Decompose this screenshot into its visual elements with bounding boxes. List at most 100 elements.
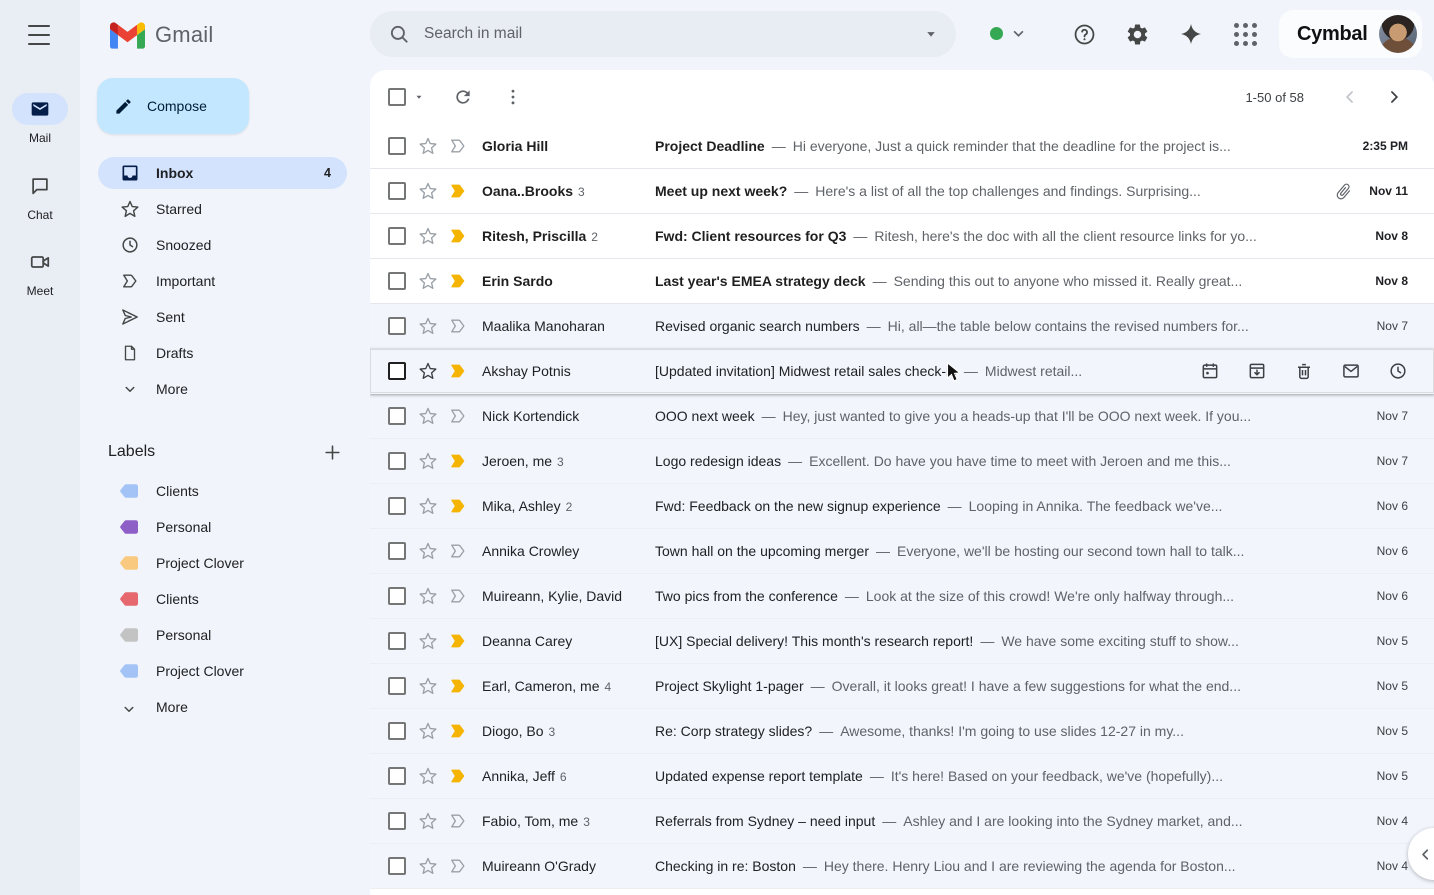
row-checkbox[interactable] — [388, 677, 406, 695]
importance-marker-icon[interactable] — [448, 226, 468, 246]
row-checkbox[interactable] — [388, 497, 406, 515]
star-icon[interactable] — [418, 181, 438, 201]
importance-marker-icon[interactable] — [448, 766, 468, 786]
presence-status[interactable] — [990, 27, 1024, 40]
importance-marker-icon[interactable] — [448, 406, 468, 426]
star-icon[interactable] — [418, 631, 438, 651]
older-page-button[interactable] — [1384, 87, 1404, 107]
email-row[interactable]: Nick Kortendick OOO next week—Hey, just … — [370, 394, 1434, 439]
email-row[interactable]: Annika Crowley Town hall on the upcoming… — [370, 529, 1434, 574]
star-icon[interactable] — [418, 226, 438, 246]
select-dropdown-icon[interactable] — [413, 91, 425, 103]
importance-marker-icon[interactable] — [448, 676, 468, 696]
star-icon[interactable] — [418, 271, 438, 291]
email-row[interactable]: Erin Sardo Last year's EMEA strategy dec… — [370, 259, 1434, 304]
importance-marker-icon[interactable] — [448, 541, 468, 561]
star-icon[interactable] — [418, 361, 438, 381]
row-checkbox[interactable] — [388, 182, 406, 200]
email-row[interactable]: Muireann O'Grady Checking in re: Boston—… — [370, 844, 1434, 889]
importance-marker-icon[interactable] — [448, 496, 468, 516]
row-checkbox[interactable] — [388, 407, 406, 425]
row-checkbox[interactable] — [388, 587, 406, 605]
settings-button[interactable] — [1117, 14, 1157, 54]
row-checkbox[interactable] — [388, 632, 406, 650]
importance-marker-icon[interactable] — [448, 361, 468, 381]
importance-marker-icon[interactable] — [448, 631, 468, 651]
email-row[interactable]: Earl, Cameron, me 4 Project Skylight 1-p… — [370, 664, 1434, 709]
star-icon[interactable] — [418, 451, 438, 471]
star-icon[interactable] — [418, 541, 438, 561]
sidebar-label-item[interactable]: Clients — [80, 473, 370, 509]
rail-item-meet[interactable]: Meet — [0, 246, 80, 298]
sidebar-item-drafts[interactable]: Drafts — [98, 337, 347, 369]
email-row[interactable]: Annika, Jeff 6 Updated expense report te… — [370, 754, 1434, 799]
row-checkbox[interactable] — [388, 137, 406, 155]
sidebar-item-snoozed[interactable]: Snoozed — [98, 229, 347, 261]
star-icon[interactable] — [418, 811, 438, 831]
snooze-icon[interactable] — [1388, 361, 1408, 381]
row-checkbox[interactable] — [388, 722, 406, 740]
importance-marker-icon[interactable] — [448, 856, 468, 876]
sidebar-item-starred[interactable]: Starred — [98, 193, 347, 225]
avatar[interactable] — [1379, 15, 1417, 53]
add-label-button[interactable] — [318, 438, 346, 466]
newer-page-button[interactable] — [1340, 87, 1360, 107]
star-icon[interactable] — [418, 406, 438, 426]
row-checkbox[interactable] — [388, 767, 406, 785]
row-checkbox[interactable] — [388, 272, 406, 290]
main-menu-button[interactable] — [28, 25, 52, 45]
search-input[interactable] — [424, 25, 922, 43]
importance-marker-icon[interactable] — [448, 811, 468, 831]
star-icon[interactable] — [418, 136, 438, 156]
search-bar[interactable] — [370, 11, 956, 57]
gemini-sparkle-button[interactable] — [1171, 14, 1211, 54]
star-icon[interactable] — [418, 766, 438, 786]
star-icon[interactable] — [418, 316, 438, 336]
email-row[interactable]: Akshay Potnis [Updated invitation] Midwe… — [370, 349, 1434, 394]
row-checkbox[interactable] — [388, 362, 406, 380]
importance-marker-icon[interactable] — [448, 586, 468, 606]
delete-icon[interactable] — [1294, 361, 1314, 381]
email-row[interactable]: Fabio, Tom, me 3 Referrals from Sydney –… — [370, 799, 1434, 844]
apps-grid-button[interactable] — [1225, 14, 1265, 54]
help-button[interactable] — [1064, 14, 1104, 54]
refresh-button[interactable] — [453, 87, 473, 107]
row-checkbox[interactable] — [388, 452, 406, 470]
importance-marker-icon[interactable] — [448, 721, 468, 741]
row-checkbox[interactable] — [388, 857, 406, 875]
sidebar-item-more[interactable]: More — [98, 373, 347, 405]
email-row[interactable]: Ritesh, Priscilla 2 Fwd: Client resource… — [370, 214, 1434, 259]
sidebar-label-item[interactable]: Project Clover — [80, 545, 370, 581]
select-all-checkbox[interactable] — [388, 88, 406, 106]
star-icon[interactable] — [418, 721, 438, 741]
sidebar-label-item[interactable]: Clients — [80, 581, 370, 617]
star-icon[interactable] — [418, 856, 438, 876]
row-checkbox[interactable] — [388, 542, 406, 560]
row-checkbox[interactable] — [388, 317, 406, 335]
importance-marker-icon[interactable] — [448, 316, 468, 336]
rail-item-mail[interactable]: Mail — [0, 93, 80, 145]
search-icon[interactable] — [388, 23, 410, 45]
row-checkbox[interactable] — [388, 227, 406, 245]
importance-marker-icon[interactable] — [448, 451, 468, 471]
search-options-icon[interactable] — [922, 25, 940, 43]
calendar-icon[interactable] — [1200, 361, 1220, 381]
sidebar-item-sent[interactable]: Sent — [98, 301, 347, 333]
importance-marker-icon[interactable] — [448, 136, 468, 156]
email-row[interactable]: Diogo, Bo 3 Re: Corp strategy slides?—Aw… — [370, 709, 1434, 754]
more-options-button[interactable] — [503, 87, 523, 107]
sidebar-item-labels-more[interactable]: More — [80, 689, 370, 725]
email-row[interactable]: Deanna Carey [UX] Special delivery! This… — [370, 619, 1434, 664]
sidebar-item-important[interactable]: Important — [98, 265, 347, 297]
importance-marker-icon[interactable] — [448, 181, 468, 201]
star-icon[interactable] — [418, 586, 438, 606]
archive-icon[interactable] — [1247, 361, 1267, 381]
mark-as-read-icon[interactable] — [1341, 361, 1361, 381]
email-row[interactable]: Maalika Manoharan Revised organic search… — [370, 304, 1434, 349]
email-row[interactable]: Muireann, Kylie, David Two pics from the… — [370, 574, 1434, 619]
email-row[interactable]: Mika, Ashley 2 Fwd: Feedback on the new … — [370, 484, 1434, 529]
email-row[interactable]: Gloria Hill Project Deadline—Hi everyone… — [370, 124, 1434, 169]
star-icon[interactable] — [418, 496, 438, 516]
sidebar-item-inbox[interactable]: Inbox 4 — [98, 157, 347, 189]
sidebar-label-item[interactable]: Personal — [80, 509, 370, 545]
